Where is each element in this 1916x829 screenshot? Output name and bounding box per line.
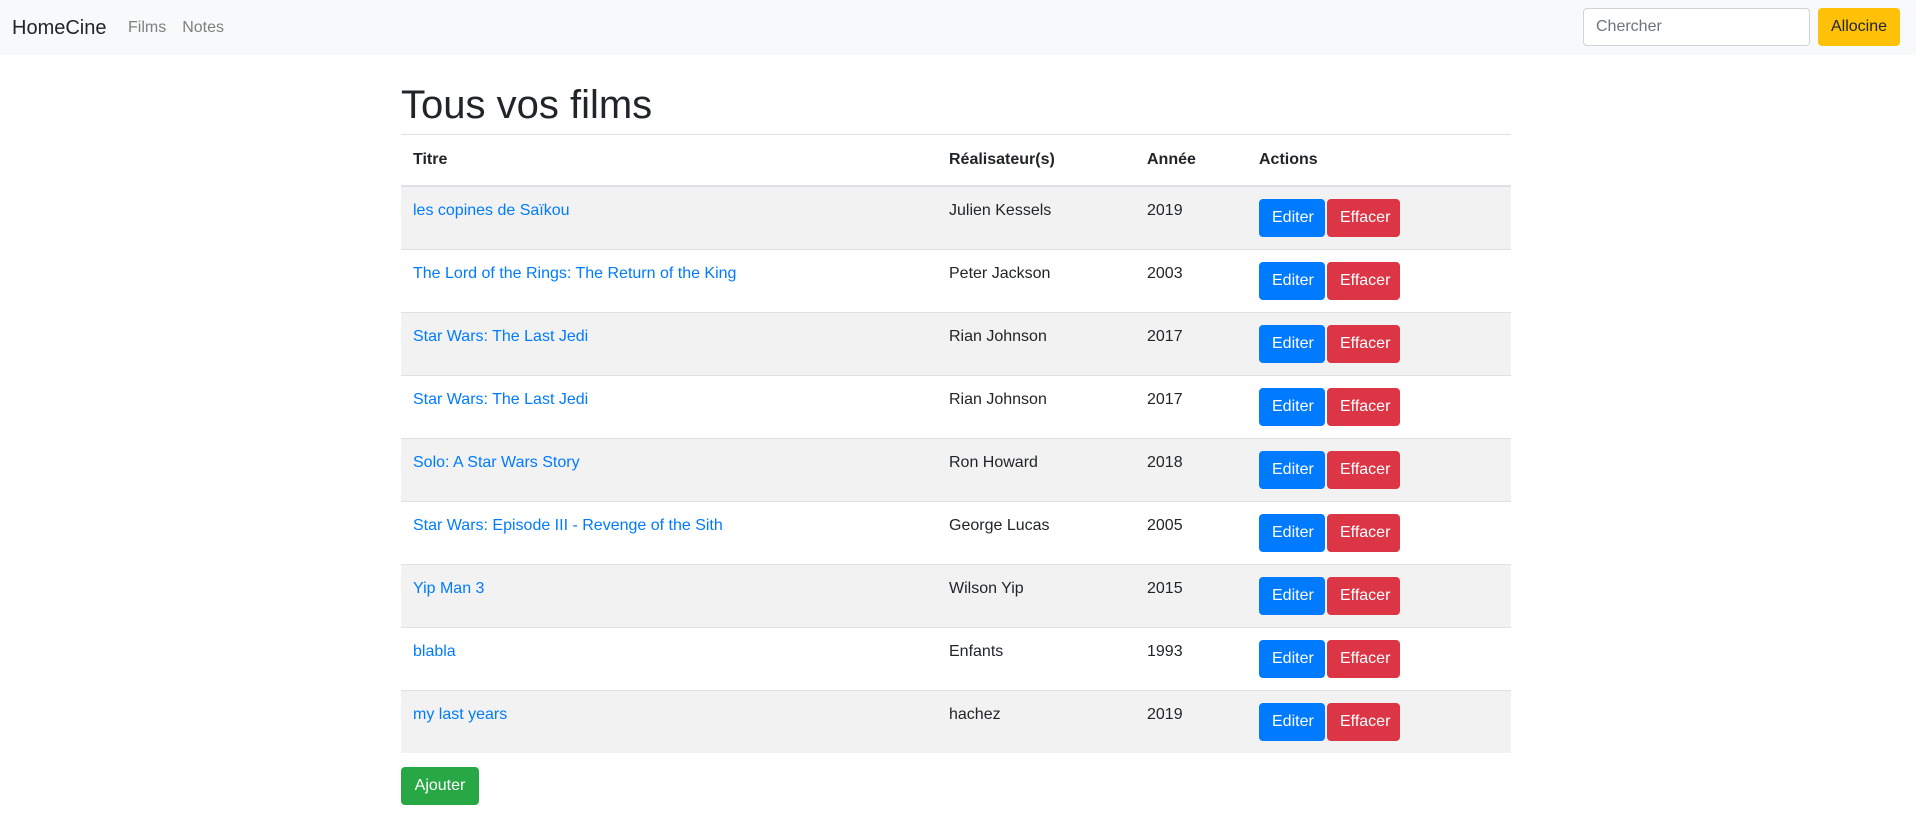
film-director: Enfants xyxy=(937,626,1135,690)
films-table: Titre Réalisateur(s) Année Actions les c… xyxy=(401,134,1511,753)
film-year: 2005 xyxy=(1135,500,1247,564)
column-header-year: Année xyxy=(1135,134,1247,187)
film-title-link[interactable]: Yip Man 3 xyxy=(413,580,484,597)
delete-button[interactable]: Effacer xyxy=(1327,198,1400,237)
row-actions: Editer Effacer xyxy=(1247,563,1511,627)
film-title-link[interactable]: les copines de Saïkou xyxy=(413,202,570,219)
film-director: Rian Johnson xyxy=(937,374,1135,438)
row-actions: Editer Effacer xyxy=(1247,311,1511,375)
film-title-link[interactable]: Star Wars: The Last Jedi xyxy=(413,328,588,345)
allocine-button[interactable]: Allocine xyxy=(1818,8,1900,46)
film-year: 2017 xyxy=(1135,311,1247,375)
edit-button[interactable]: Editer xyxy=(1259,576,1325,615)
delete-button[interactable]: Effacer xyxy=(1327,639,1400,678)
films-table-body: les copines de Saïkou Julien Kessels 201… xyxy=(401,185,1511,753)
row-actions: Editer Effacer xyxy=(1247,437,1511,501)
film-director: Peter Jackson xyxy=(937,248,1135,312)
film-title-link[interactable]: Solo: A Star Wars Story xyxy=(413,454,580,471)
film-title-link[interactable]: The Lord of the Rings: The Return of the… xyxy=(413,265,736,282)
film-year: 2019 xyxy=(1135,185,1247,249)
delete-button[interactable]: Effacer xyxy=(1327,261,1400,300)
delete-button[interactable]: Effacer xyxy=(1327,513,1400,552)
film-title-link[interactable]: Star Wars: The Last Jedi xyxy=(413,391,588,408)
film-director: Julien Kessels xyxy=(937,185,1135,249)
film-director: hachez xyxy=(937,689,1135,753)
film-year: 1993 xyxy=(1135,626,1247,690)
film-year: 2017 xyxy=(1135,374,1247,438)
edit-button[interactable]: Editer xyxy=(1259,198,1325,237)
film-year: 2018 xyxy=(1135,437,1247,501)
column-header-title: Titre xyxy=(401,134,937,187)
edit-button[interactable]: Editer xyxy=(1259,324,1325,363)
table-row: blabla Enfants 1993 Editer Effacer xyxy=(401,626,1511,690)
edit-button[interactable]: Editer xyxy=(1259,450,1325,489)
column-header-actions: Actions xyxy=(1247,134,1511,187)
row-actions: Editer Effacer xyxy=(1247,374,1511,438)
delete-button[interactable]: Effacer xyxy=(1327,324,1400,363)
film-year: 2015 xyxy=(1135,563,1247,627)
table-row: Star Wars: The Last Jedi Rian Johnson 20… xyxy=(401,374,1511,438)
column-header-director: Réalisateur(s) xyxy=(937,134,1135,187)
delete-button[interactable]: Effacer xyxy=(1327,702,1400,741)
film-director: George Lucas xyxy=(937,500,1135,564)
row-actions: Editer Effacer xyxy=(1247,689,1511,753)
search-input[interactable] xyxy=(1583,8,1810,46)
edit-button[interactable]: Editer xyxy=(1259,387,1325,426)
edit-button[interactable]: Editer xyxy=(1259,513,1325,552)
table-row: The Lord of the Rings: The Return of the… xyxy=(401,248,1511,312)
film-title-link[interactable]: my last years xyxy=(413,706,507,723)
table-row: Star Wars: The Last Jedi Rian Johnson 20… xyxy=(401,311,1511,375)
row-actions: Editer Effacer xyxy=(1247,500,1511,564)
delete-button[interactable]: Effacer xyxy=(1327,450,1400,489)
add-film-button[interactable]: Ajouter xyxy=(401,767,479,805)
row-actions: Editer Effacer xyxy=(1247,248,1511,312)
table-row: les copines de Saïkou Julien Kessels 201… xyxy=(401,185,1511,249)
delete-button[interactable]: Effacer xyxy=(1327,576,1400,615)
page-title: Tous vos films xyxy=(401,83,653,127)
table-row: my last years hachez 2019 Editer Effacer xyxy=(401,689,1511,753)
row-actions: Editer Effacer xyxy=(1247,185,1511,249)
nav-links: Films Notes xyxy=(128,18,240,38)
nav-link-notes[interactable]: Notes xyxy=(182,18,224,38)
row-actions: Editer Effacer xyxy=(1247,626,1511,690)
edit-button[interactable]: Editer xyxy=(1259,639,1325,678)
nav-link-films[interactable]: Films xyxy=(128,18,166,38)
table-header-row: Titre Réalisateur(s) Année Actions xyxy=(401,134,1511,187)
film-director: Ron Howard xyxy=(937,437,1135,501)
table-row: Solo: A Star Wars Story Ron Howard 2018 … xyxy=(401,437,1511,501)
film-title-link[interactable]: blabla xyxy=(413,643,456,660)
film-year: 2019 xyxy=(1135,689,1247,753)
film-year: 2003 xyxy=(1135,248,1247,312)
film-director: Rian Johnson xyxy=(937,311,1135,375)
edit-button[interactable]: Editer xyxy=(1259,261,1325,300)
navbar: HomeCine Films Notes Allocine xyxy=(0,0,1916,55)
edit-button[interactable]: Editer xyxy=(1259,702,1325,741)
table-row: Star Wars: Episode III - Revenge of the … xyxy=(401,500,1511,564)
film-director: Wilson Yip xyxy=(937,563,1135,627)
brand-link[interactable]: HomeCine xyxy=(12,15,106,41)
table-row: Yip Man 3 Wilson Yip 2015 Editer Effacer xyxy=(401,563,1511,627)
film-title-link[interactable]: Star Wars: Episode III - Revenge of the … xyxy=(413,517,723,534)
delete-button[interactable]: Effacer xyxy=(1327,387,1400,426)
